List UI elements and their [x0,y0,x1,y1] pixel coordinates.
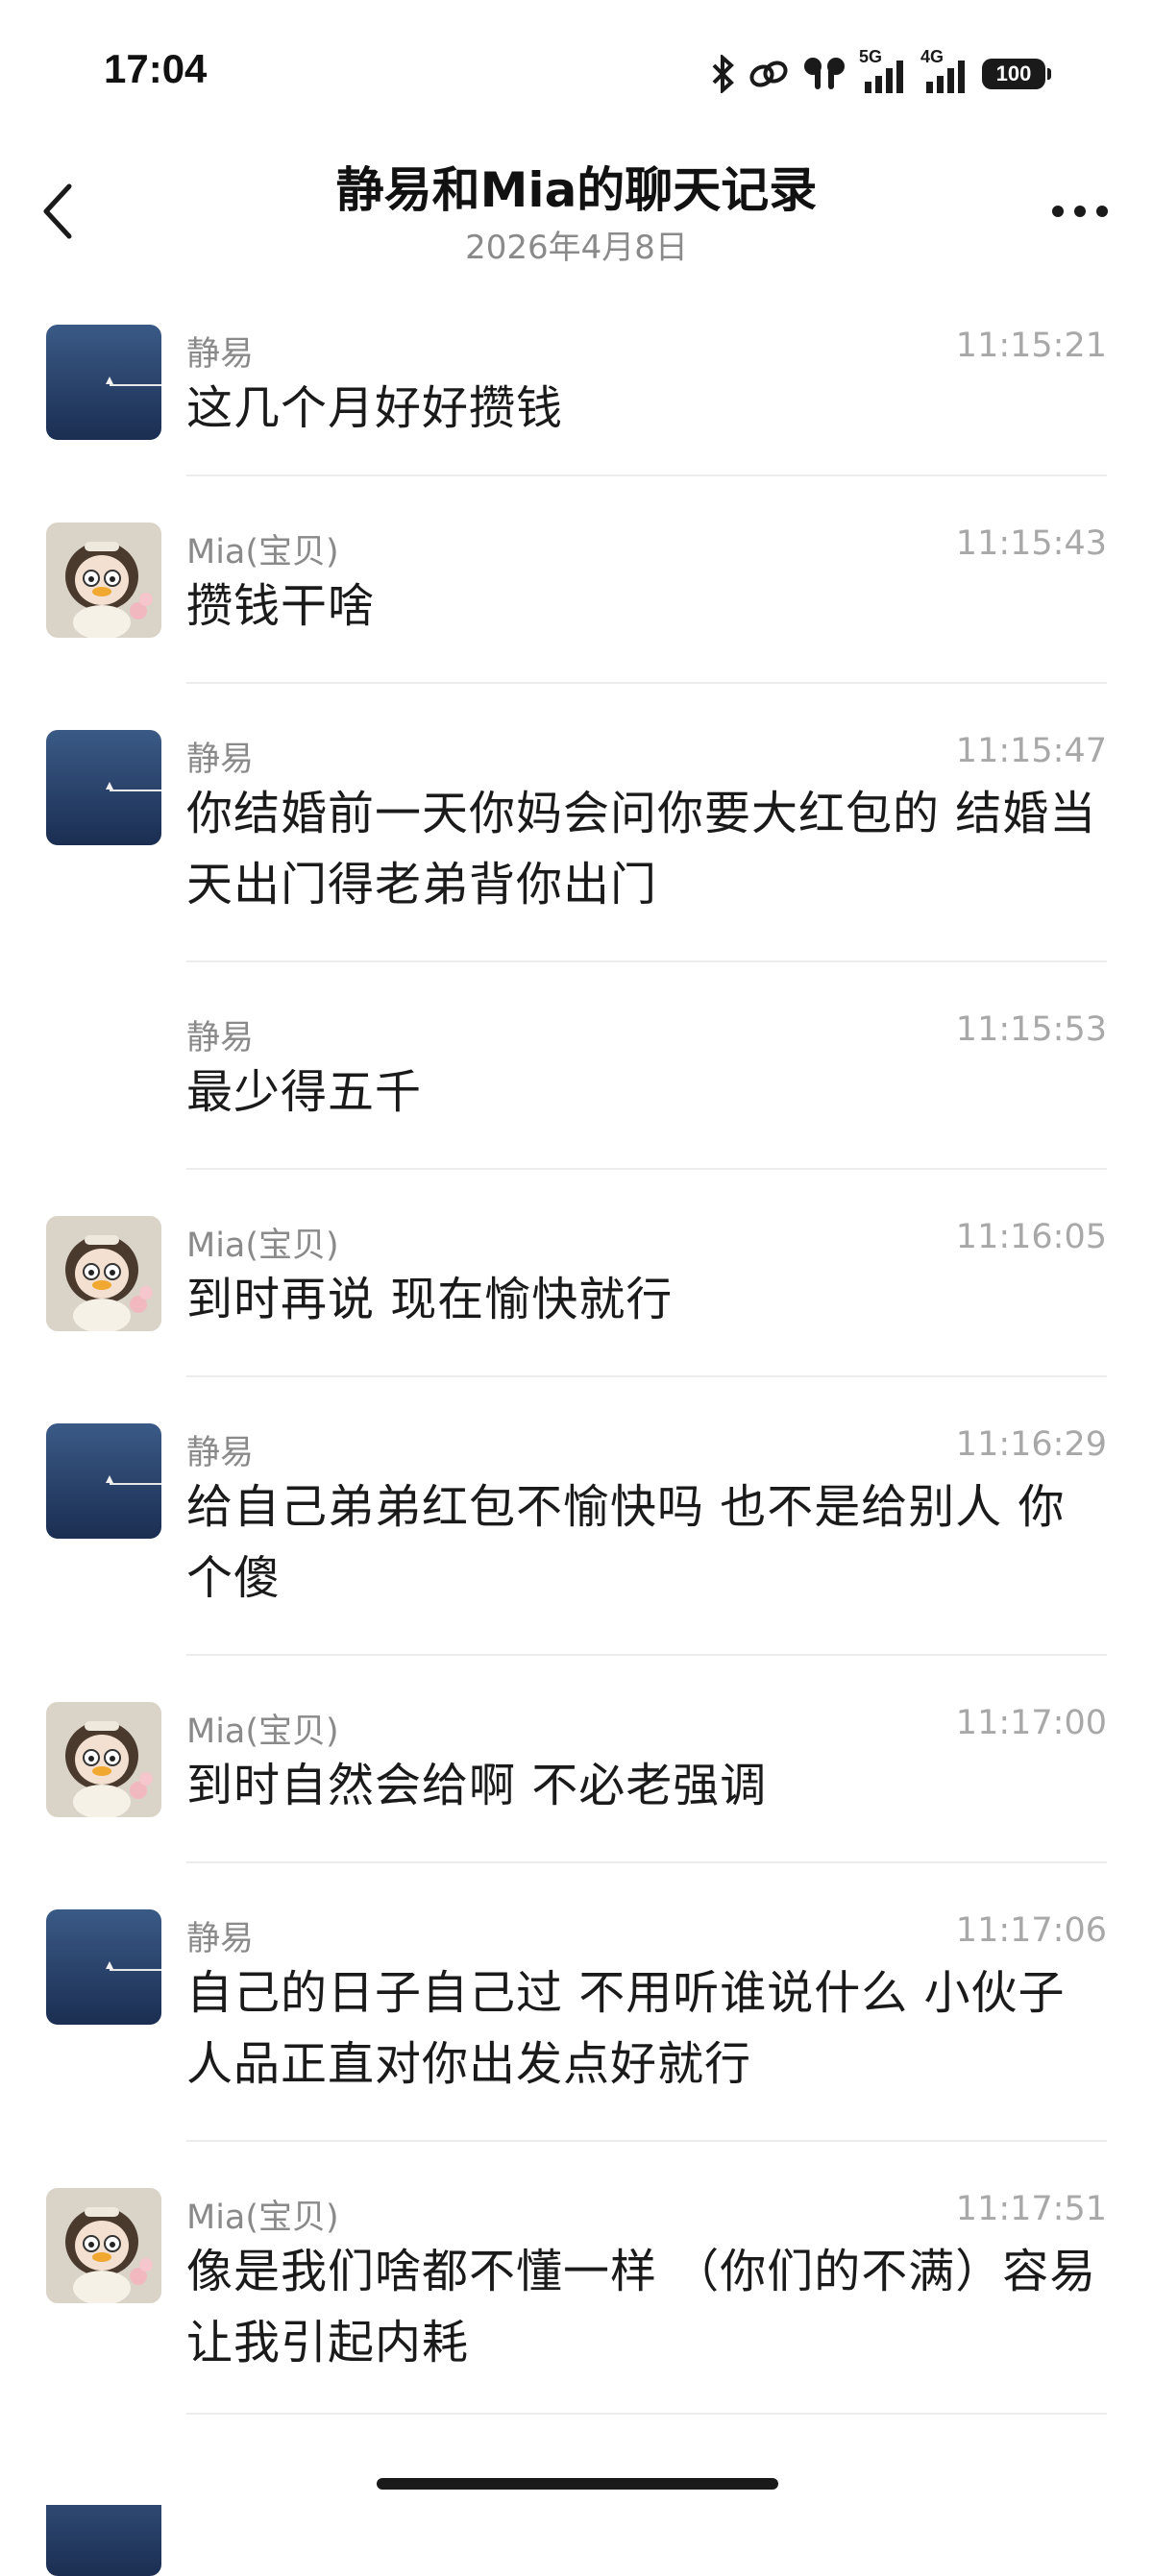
message-text: 最少得五千 [186,1065,423,1119]
signal-4g-icon: 4G [920,47,970,95]
sender-name: Mia(宝贝) [186,1713,339,1751]
message-text: 像是我们啥都不懂一样 （你们的不满）容易让我引起内耗 [186,2245,1097,2369]
page-subtitle-date: 2026年4月8日 [465,229,688,267]
avatar-doll[interactable] [46,1216,161,1331]
avatar-doll[interactable] [46,522,161,638]
message-text: 给自己弟弟红包不愉快吗 也不是给别人 你个傻 [186,1480,1066,1605]
sender-name: Mia(宝贝) [186,1227,339,1265]
status-icons: 5G 4G 100 [711,47,1051,98]
message-text: 攒钱干啥 [186,579,376,633]
message-time: 11:16:29 [955,1425,1107,1464]
status-time: 17:04 [104,46,208,91]
signal-5g-icon: 5G [859,47,909,95]
message-item[interactable]: Mia(宝贝) 11:17:00 到时自然会给啊 不必老强调 [0,1656,1153,1863]
sender-name: 静易 [186,1434,255,1472]
avatar-sea[interactable] [46,1423,161,1539]
message-item[interactable]: Mia(宝贝) 11:15:43 攒钱干啥 [0,476,1153,684]
message-time: 11:15:21 [955,327,1107,365]
sender-name: Mia(宝贝) [186,2199,339,2237]
sender-name: Mia(宝贝) [186,533,339,571]
message-time: 11:17:00 [955,1704,1107,1742]
battery-level: 100 [995,61,1032,85]
battery-icon: 100 [982,59,1051,89]
message-time: 11:17:51 [955,2190,1107,2228]
sender-name: 静易 [186,335,255,374]
message-item[interactable]: 静易 11:15:21 这几个月好好攒钱 [0,279,1153,476]
message-text: 这几个月好好攒钱 [186,381,564,435]
more-dots-icon [1052,206,1108,217]
more-options-button[interactable] [1042,182,1118,240]
message-list[interactable]: 静易 11:15:21 这几个月好好攒钱 Mia(宝贝) 11:15:43 攒钱… [0,279,1153,2576]
message-item[interactable]: 静易 11:16:29 给自己弟弟红包不愉快吗 也不是给别人 你个傻 [0,1377,1153,1656]
message-item[interactable]: 静易 11:15:47 你结婚前一天你妈会问你要大红包的 结婚当天出门得老弟背你… [0,684,1153,962]
message-text: 到时再说 现在愉快就行 [186,1273,674,1326]
message-item[interactable]: Mia(宝贝) 11:16:05 到时再说 现在愉快就行 [0,1170,1153,1377]
message-text: 自己的日子自己过 不用听谁说什么 小伙子人品正直对你出发点好就行 [186,1966,1066,2091]
avatar-sea[interactable] [46,730,161,845]
bluetooth-icon [712,55,734,93]
message-item[interactable]: 静易 11:17:06 自己的日子自己过 不用听谁说什么 小伙子人品正直对你出发… [0,1863,1153,2142]
chat-record-header: 静易和Mia的聊天记录 2026年4月8日 [0,144,1153,279]
avatar-sea[interactable] [46,325,161,440]
message-time: 11:17:06 [955,1911,1107,1950]
avatar-doll[interactable] [46,2188,161,2303]
message-time: 11:15:43 [955,524,1107,563]
message-time: 11:15:47 [955,732,1107,770]
bottom-fade [0,2440,1153,2505]
message-text: 到时自然会给啊 不必老强调 [186,1759,768,1812]
message-item[interactable]: 静易 11:15:53 最少得五千 [0,962,1153,1170]
sender-name: 静易 [186,1920,255,1958]
sender-name: 静易 [186,741,255,779]
status-bar: 17:04 5G 4G 100 [0,0,1153,144]
page-title: 静易和Mia的聊天记录 [335,162,818,218]
sender-name: 静易 [186,1019,255,1057]
home-indicator[interactable] [377,2478,778,2490]
message-text: 你结婚前一天你妈会问你要大红包的 结婚当天出门得老弟背你出门 [186,787,1097,911]
avatar-doll[interactable] [46,1702,161,1817]
avatar-sea[interactable] [46,1909,161,2025]
link-icon [749,61,788,87]
message-time: 11:16:05 [955,1218,1107,1256]
message-time: 11:15:53 [955,1010,1107,1049]
message-item[interactable]: Mia(宝贝) 11:17:51 像是我们啥都不懂一样 （你们的不满）容易让我引… [0,2142,1153,2415]
earbuds-icon [804,58,845,89]
